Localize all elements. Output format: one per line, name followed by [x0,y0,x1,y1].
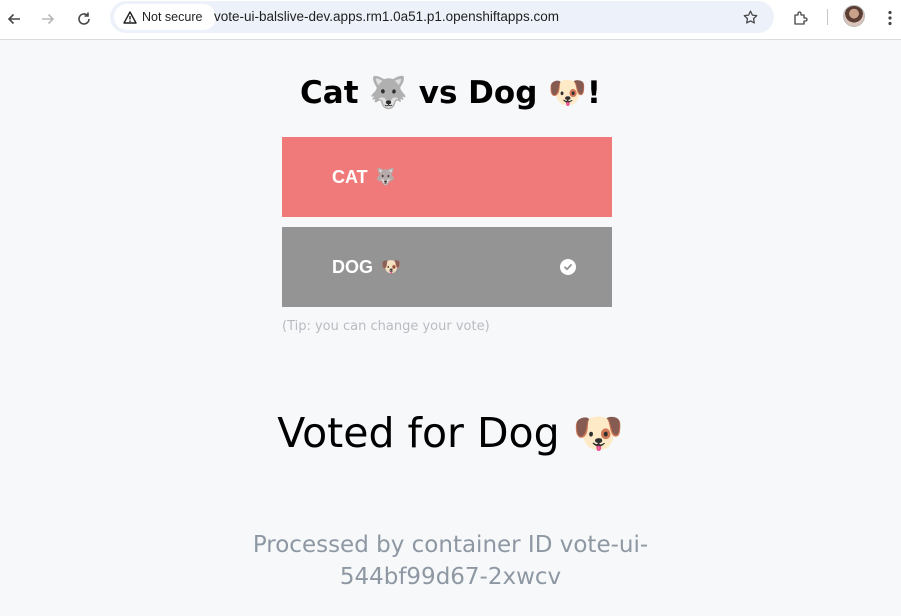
dog-emoji-icon: 🐶 [548,75,587,111]
title-vs-dog-text: vs Dog [418,75,538,111]
vote-page: Cat 🐺 vs Dog 🐶! CAT 🐺 DOG 🐶 (Tip: you ca… [0,41,901,616]
url-text[interactable]: vote-ui-balslive-dev.apps.rm1.0a51.p1.op… [214,9,559,24]
title-cat-text: Cat [300,75,359,111]
toolbar-divider [827,9,828,25]
browser-menu-button[interactable] [880,6,900,30]
back-button[interactable] [0,5,28,33]
vote-tip: (Tip: you can change your vote) [282,319,490,334]
vote-dog-button[interactable]: DOG 🐶 [282,227,612,307]
puzzle-icon [794,11,808,25]
cat-button-label: CAT [332,166,368,187]
container-id-text: Processed by container ID vote-ui-544bf9… [252,532,649,590]
extensions-button[interactable] [788,5,814,31]
page-title: Cat 🐺 vs Dog 🐶! [0,74,901,111]
back-arrow-icon [7,13,20,25]
dog-button-emoji-icon: 🐶 [381,259,401,276]
warning-triangle-icon [123,10,137,24]
selected-check-icon [560,259,576,275]
security-chip[interactable]: Not secure [114,4,216,30]
voted-text: Voted for Dog [277,409,560,457]
forward-button[interactable] [34,5,62,33]
profile-avatar[interactable] [843,5,865,27]
browser-toolbar: Not secure vote-ui-balslive-dev.apps.rm1… [0,0,901,40]
address-bar[interactable]: Not secure vote-ui-balslive-dev.apps.rm1… [110,1,774,33]
kebab-menu-icon [888,10,892,26]
star-icon [743,9,757,24]
voted-dog-emoji-icon: 🐶 [572,409,624,457]
reload-button[interactable] [70,5,98,33]
vote-cat-button[interactable]: CAT 🐺 [282,137,612,217]
security-label: Not secure [142,10,203,24]
bookmark-star-button[interactable] [740,7,760,27]
title-exclamation: ! [586,75,601,111]
cat-emoji-icon: 🐺 [369,75,408,111]
forward-arrow-icon [42,13,55,25]
voted-message: Voted for Dog 🐶 [0,409,901,458]
reload-icon [78,12,90,25]
dog-button-label: DOG [332,256,374,277]
cat-button-emoji-icon: 🐺 [375,169,396,186]
